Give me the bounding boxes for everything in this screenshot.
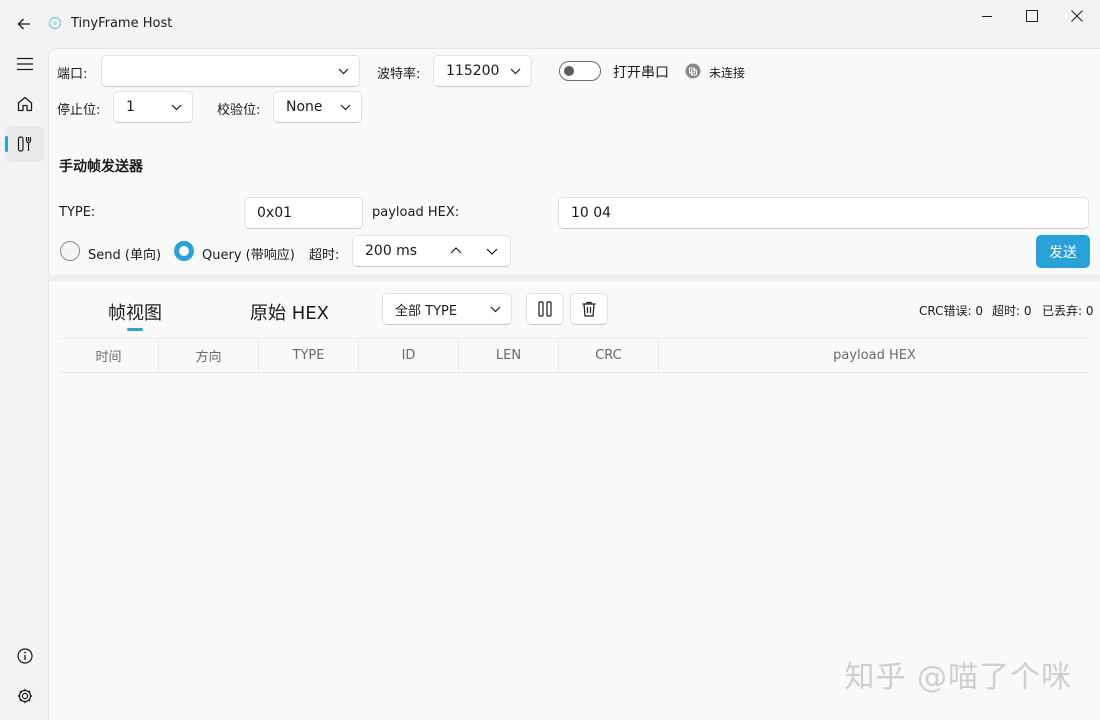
- back-arrow-icon[interactable]: [12, 12, 36, 36]
- window-title: TinyFrame Host: [71, 16, 173, 31]
- stopbits-select[interactable]: 1: [113, 91, 193, 123]
- type-filter-value: 全部 TYPE: [395, 303, 458, 319]
- chevron-down-icon[interactable]: [485, 246, 499, 256]
- nav-tools[interactable]: [6, 126, 44, 162]
- clear-button[interactable]: [570, 293, 608, 325]
- maximize-button[interactable]: [1009, 0, 1055, 32]
- baud-label: 波特率:: [377, 67, 421, 82]
- column-header-id[interactable]: ID: [359, 339, 459, 372]
- column-header-type[interactable]: TYPE: [259, 339, 359, 372]
- chevron-down-icon: [340, 104, 351, 111]
- dropped-count: 已丢弃: 0: [1042, 304, 1094, 318]
- type-filter-select[interactable]: 全部 TYPE: [382, 293, 512, 325]
- disconnected-status-icon: [685, 63, 701, 79]
- home-icon: [17, 96, 33, 112]
- send-button[interactable]: 发送: [1036, 235, 1090, 268]
- minimize-icon: [982, 16, 992, 17]
- nav-selection-indicator: [5, 136, 8, 152]
- payload-input-value: 10 04: [571, 205, 612, 221]
- section-divider: [48, 275, 1100, 281]
- trash-icon: [582, 301, 596, 317]
- column-header-direction[interactable]: 方向: [159, 339, 259, 372]
- title-bar: TinyFrame Host: [0, 0, 1100, 48]
- timeout-spinbox[interactable]: 200 ms: [352, 235, 511, 267]
- stopbits-value: 1: [126, 99, 135, 115]
- chevron-down-icon: [338, 68, 349, 75]
- chevron-down-icon: [510, 68, 521, 75]
- parity-label: 校验位:: [217, 103, 261, 118]
- hamburger-menu-icon: [17, 57, 33, 71]
- nav-home[interactable]: [6, 86, 44, 122]
- timeout-label: 超时:: [309, 248, 340, 263]
- tab-frame-view[interactable]: 帧视图: [108, 299, 162, 325]
- close-button[interactable]: [1054, 0, 1100, 32]
- chevron-down-icon: [490, 306, 501, 313]
- crc-error-count: CRC错误: 0: [919, 304, 983, 318]
- sender-section-title: 手动帧发送器: [59, 159, 143, 175]
- port-label: 端口:: [57, 67, 88, 82]
- app-logo-icon: [48, 16, 62, 30]
- pause-icon: [538, 301, 552, 317]
- close-icon: [1071, 10, 1083, 22]
- column-header-time[interactable]: 时间: [59, 339, 159, 372]
- frame-table-header: 时间 方向 TYPE ID LEN CRC payload HEX: [59, 338, 1090, 373]
- payload-input[interactable]: 10 04: [558, 197, 1089, 229]
- active-tab-indicator: [127, 328, 143, 331]
- open-port-label: 打开串口: [613, 65, 669, 81]
- send-mode-label[interactable]: Send (单向): [88, 244, 161, 263]
- column-header-crc[interactable]: CRC: [559, 339, 659, 372]
- timeout-count: 超时: 0: [992, 304, 1032, 318]
- maximize-icon: [1026, 10, 1038, 22]
- stopbits-label: 停止位:: [57, 103, 101, 118]
- nav-settings[interactable]: [6, 678, 44, 714]
- open-port-toggle[interactable]: [559, 61, 601, 81]
- baud-value: 115200: [446, 63, 500, 79]
- tab-raw-hex[interactable]: 原始 HEX: [250, 299, 329, 325]
- toggle-knob: [564, 66, 574, 76]
- pause-button[interactable]: [526, 293, 564, 325]
- timeout-value: 200 ms: [365, 243, 418, 259]
- payload-label: payload HEX:: [372, 205, 460, 220]
- query-mode-radio[interactable]: [174, 241, 194, 261]
- port-select[interactable]: [101, 55, 360, 87]
- parity-value: None: [286, 99, 323, 115]
- baud-select[interactable]: 115200: [433, 55, 532, 87]
- chevron-up-icon[interactable]: [449, 246, 463, 256]
- column-header-len[interactable]: LEN: [459, 339, 559, 372]
- connection-status: 未连接: [709, 66, 746, 80]
- tools-icon: [17, 136, 32, 152]
- column-header-payload[interactable]: payload HEX: [659, 339, 1090, 372]
- type-input-value: 0x01: [257, 205, 293, 221]
- hamburger-menu-button[interactable]: [6, 46, 44, 82]
- parity-select[interactable]: None: [273, 91, 362, 123]
- info-icon: [17, 648, 33, 664]
- chevron-down-icon: [171, 104, 182, 111]
- send-mode-radio[interactable]: [60, 241, 80, 261]
- watermark: 知乎 @喵了个咪: [844, 660, 1072, 695]
- minimize-button[interactable]: [964, 0, 1010, 32]
- settings-gear-icon: [17, 688, 33, 704]
- nav-info[interactable]: [6, 638, 44, 674]
- type-label: TYPE:: [59, 205, 96, 220]
- type-input[interactable]: 0x01: [244, 197, 363, 229]
- query-mode-label[interactable]: Query (带响应): [202, 244, 295, 263]
